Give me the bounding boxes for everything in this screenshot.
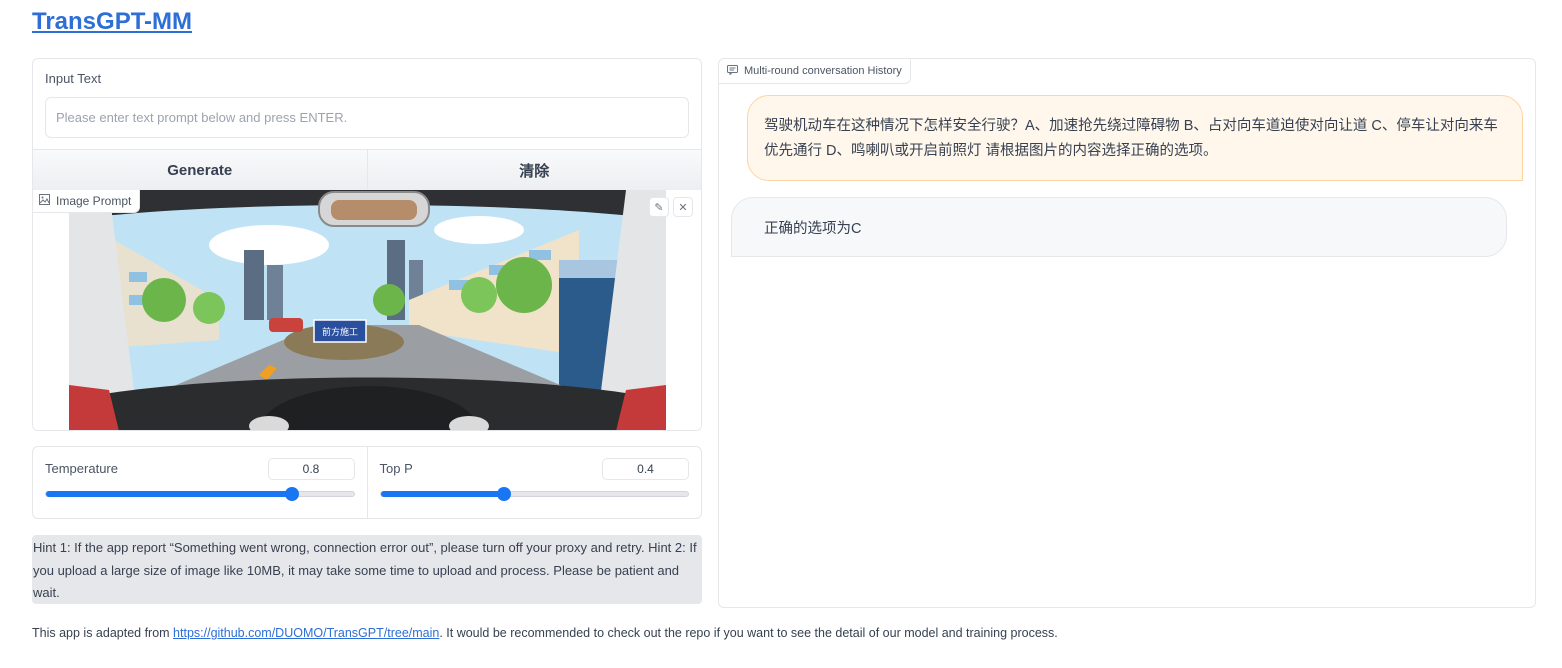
clear-button[interactable]: 清除	[366, 150, 701, 191]
temperature-number-input[interactable]: 0.8	[267, 458, 355, 480]
temperature-label: Temperature	[45, 461, 118, 476]
generate-button[interactable]: Generate	[33, 150, 367, 191]
temperature-thumb[interactable]	[285, 487, 299, 501]
chat-bubble-icon	[727, 64, 738, 78]
top-p-thumb[interactable]	[496, 487, 511, 501]
image-prompt-label: Image Prompt	[33, 190, 141, 213]
user-message: 驾驶机动车在这种情况下怎样安全行驶？A、加速抢先绕过障碍物 B、占对向车道迫使对…	[747, 95, 1523, 181]
footer-suffix: . It would be recommended to check out t…	[439, 626, 1058, 640]
bot-message: 正确的选项为C	[731, 197, 1507, 257]
top-p-label: Top P	[379, 461, 413, 476]
text-prompt-input[interactable]	[45, 97, 689, 138]
repo-link[interactable]: https://github.com/DUOMO/TransGPT/tree/m…	[173, 626, 439, 640]
app-title-link[interactable]: TransGPT-MM	[32, 8, 192, 36]
footer-note: This app is adapted from https://github.…	[32, 626, 1058, 640]
chat-history-label-text: Multi-round conversation History	[744, 65, 902, 77]
image-prompt-area[interactable]: Image Prompt 前方施工 ✎ ✕	[33, 190, 701, 430]
close-icon: ✕	[678, 201, 688, 214]
remove-image-button[interactable]: ✕	[673, 197, 693, 217]
input-text-label: Input Text	[45, 71, 102, 86]
image-icon	[39, 194, 50, 208]
input-panel: Input Text Generate 清除 Image Prompt	[32, 58, 702, 431]
chat-history-label: Multi-round conversation History	[719, 59, 911, 84]
construction-sign-text: 前方施工	[322, 326, 358, 338]
top-p-fill	[380, 491, 504, 497]
top-p-slider-block: Top P 0.4	[366, 447, 702, 518]
temperature-fill	[46, 491, 292, 497]
pencil-icon: ✎	[654, 201, 664, 214]
conversation-history-panel: Multi-round conversation History 驾驶机动车在这…	[718, 58, 1536, 608]
temperature-slider-block: Temperature 0.8	[33, 447, 367, 518]
top-p-number-input[interactable]: 0.4	[602, 458, 689, 480]
parameter-sliders: Temperature 0.8 Top P 0.4	[32, 446, 702, 519]
top-p-slider[interactable]	[379, 487, 689, 501]
driving-scene-image: 前方施工	[69, 190, 666, 430]
edit-image-button[interactable]: ✎	[649, 197, 669, 217]
image-prompt-label-text: Image Prompt	[56, 194, 132, 208]
temperature-slider[interactable]	[45, 487, 355, 501]
hint-text: Hint 1: If the app report “Something wen…	[32, 535, 702, 604]
footer-prefix: This app is adapted from	[32, 626, 174, 640]
action-buttons: Generate 清除	[33, 149, 701, 192]
